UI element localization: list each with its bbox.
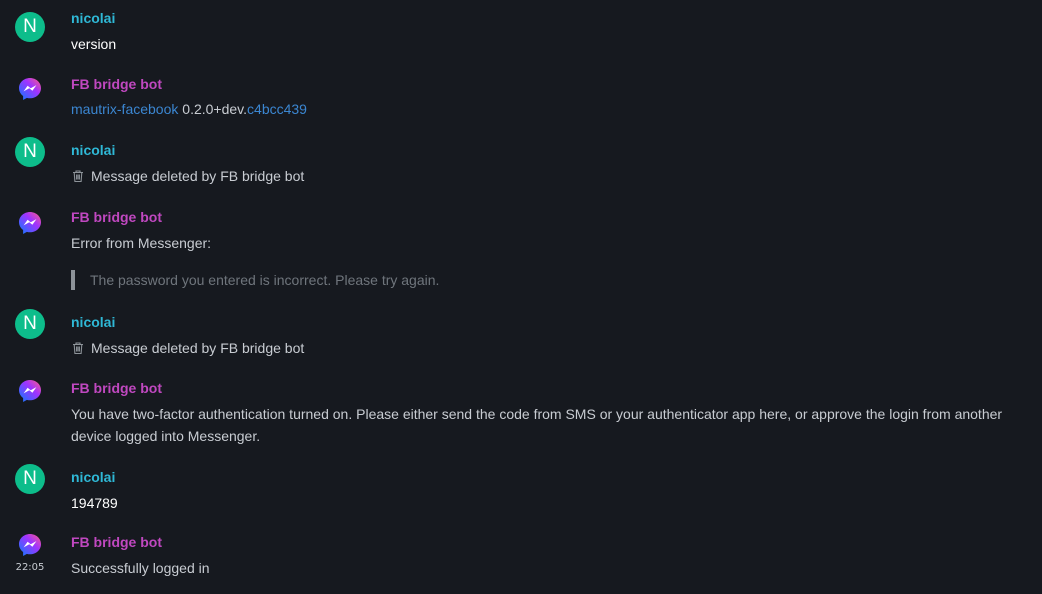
sender-name[interactable]: FB bridge bot	[71, 379, 162, 397]
commit-link[interactable]: c4bcc439	[247, 101, 307, 117]
avatar[interactable]	[15, 376, 45, 406]
avatar[interactable]: N	[15, 137, 45, 167]
messenger-icon	[19, 212, 41, 234]
sender-name[interactable]: nicolai	[71, 313, 115, 331]
redacted-message: Message deleted by FB bridge bot	[71, 165, 304, 187]
messenger-icon	[19, 78, 41, 100]
avatar[interactable]: N	[15, 309, 45, 339]
message-body: Successfully logged in	[71, 560, 210, 576]
sender-name[interactable]: FB bridge bot	[71, 208, 162, 226]
avatar[interactable]: N	[15, 464, 45, 494]
messenger-icon	[19, 534, 41, 556]
avatar[interactable]	[15, 208, 45, 238]
message-body: mautrix-facebook 0.2.0+dev.c4bcc439	[71, 98, 307, 120]
trash-icon	[73, 342, 83, 355]
message-timestamp[interactable]: 22:05	[8, 562, 52, 573]
avatar[interactable]: N	[15, 12, 45, 42]
message-body: 194789	[71, 495, 118, 511]
repo-link[interactable]: mautrix-facebook	[71, 101, 178, 117]
avatar[interactable]	[15, 74, 45, 104]
message-body: Error from Messenger:	[71, 235, 212, 251]
sender-name[interactable]: nicolai	[71, 141, 115, 159]
redacted-message: Message deleted by FB bridge bot	[71, 337, 304, 359]
deleted-text: Message deleted by FB bridge bot	[91, 168, 305, 184]
message-body: You have two-factor authentication turne…	[71, 406, 1003, 444]
message-timeline: N nicolai version FB bridge bot mautrix-…	[0, 0, 1042, 594]
sender-name[interactable]: nicolai	[71, 468, 115, 486]
avatar[interactable]	[15, 530, 45, 560]
trash-icon	[73, 170, 83, 183]
blockquote: The password you entered is incorrect. P…	[71, 270, 439, 290]
sender-name[interactable]: nicolai	[71, 9, 115, 27]
deleted-text: Message deleted by FB bridge bot	[91, 340, 305, 356]
sender-name[interactable]: FB bridge bot	[71, 75, 162, 93]
sender-name[interactable]: FB bridge bot	[71, 533, 162, 551]
messenger-icon	[19, 380, 41, 402]
message-body: version	[71, 36, 117, 52]
version-text: 0.2.0+dev.	[178, 101, 248, 117]
